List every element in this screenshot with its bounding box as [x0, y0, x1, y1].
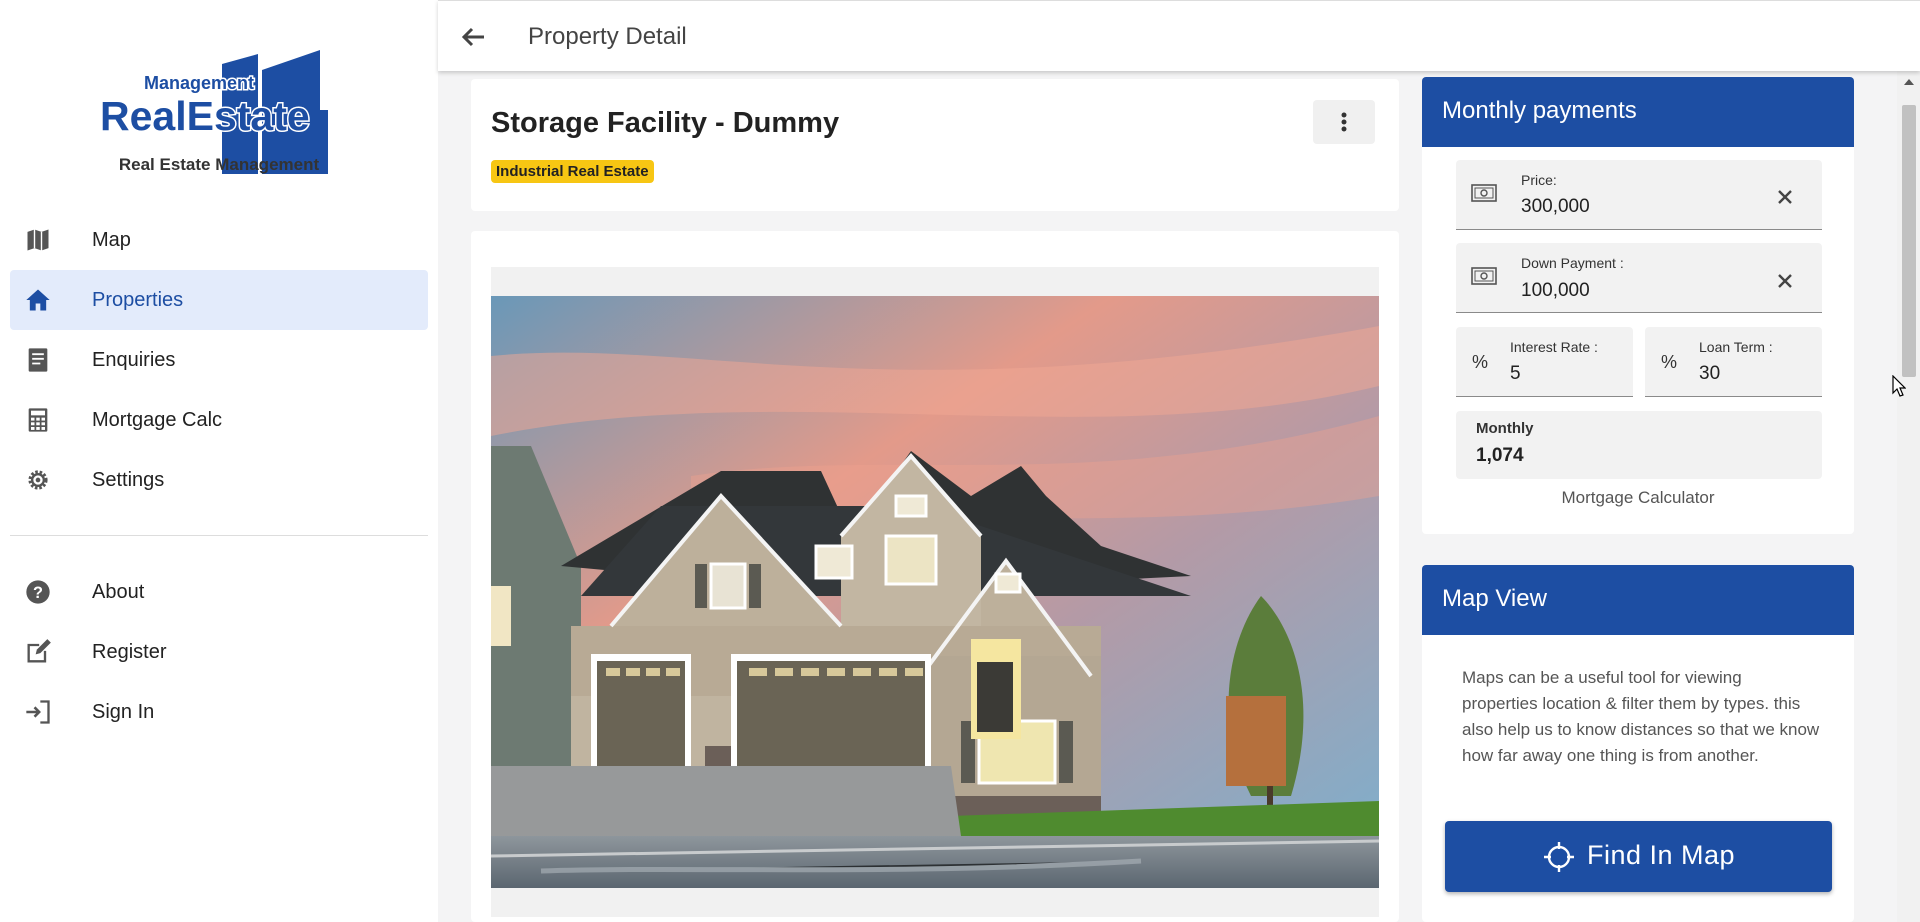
- down-payment-value[interactable]: 100,000: [1521, 280, 1590, 302]
- sidebar-item-about[interactable]: ? About: [10, 562, 428, 622]
- calculator-icon: [28, 408, 48, 432]
- down-payment-field[interactable]: Down Payment : 100,000: [1456, 243, 1822, 313]
- mouse-cursor-icon: [1892, 375, 1906, 397]
- interest-rate-field[interactable]: % Interest Rate : 5: [1456, 327, 1633, 397]
- monthly-result: Monthly 1,074: [1456, 411, 1822, 479]
- edit-icon: [27, 639, 51, 663]
- sidebar-item-label: Settings: [92, 468, 165, 491]
- arrow-left-icon[interactable]: [456, 19, 492, 55]
- property-photo[interactable]: [491, 296, 1379, 888]
- clear-price-icon[interactable]: [1774, 186, 1796, 208]
- interest-rate-label: Interest Rate :: [1510, 339, 1598, 355]
- percent-icon: %: [1472, 352, 1489, 372]
- svg-text:Management: Management: [144, 73, 254, 93]
- loan-term-value[interactable]: 30: [1699, 363, 1720, 385]
- scroll-up-arrow-icon[interactable]: [1904, 79, 1914, 85]
- scroll-thumb[interactable]: [1902, 105, 1916, 377]
- sidebar-item-sign-in[interactable]: Sign In: [10, 682, 428, 742]
- property-gallery-card: [471, 231, 1399, 922]
- interest-rate-value[interactable]: 5: [1510, 363, 1521, 385]
- sidebar: Management RealEstate Real Estate Manage…: [0, 0, 438, 922]
- price-value[interactable]: 300,000: [1521, 196, 1590, 218]
- more-options-button[interactable]: [1313, 100, 1375, 144]
- sidebar-item-properties[interactable]: Properties: [10, 270, 428, 330]
- sidebar-item-map[interactable]: Map: [10, 210, 428, 270]
- percent-icon: %: [1661, 352, 1678, 372]
- map-view-card: Map View Maps can be a useful tool for v…: [1422, 565, 1854, 922]
- page-title: Property Detail: [528, 23, 687, 50]
- loan-term-field[interactable]: % Loan Term : 30: [1645, 327, 1822, 397]
- monthly-payments-header: Monthly payments: [1422, 77, 1854, 147]
- mortgage-calculator-caption: Mortgage Calculator: [1561, 488, 1715, 507]
- sign-in-icon: [26, 700, 50, 724]
- find-in-map-label: Find In Map: [1587, 840, 1736, 870]
- property-type-badge: Industrial Real Estate: [491, 160, 654, 183]
- sidebar-item-enquiries[interactable]: Enquiries: [10, 330, 428, 390]
- monthly-payments-title: Monthly payments: [1442, 97, 1637, 124]
- money-icon: [1471, 184, 1497, 202]
- map-view-header: Map View: [1422, 565, 1854, 635]
- sidebar-item-label: Properties: [92, 288, 184, 311]
- money-icon: [1471, 267, 1497, 285]
- down-payment-label: Down Payment :: [1521, 255, 1624, 271]
- page-scrollbar[interactable]: [1897, 71, 1920, 922]
- more-vertical-icon: [1341, 112, 1347, 132]
- document-icon: [28, 348, 48, 372]
- monthly-label: Monthly: [1476, 420, 1534, 437]
- loan-term-label: Loan Term :: [1699, 339, 1773, 355]
- svg-text:?: ?: [33, 584, 43, 602]
- sidebar-item-label: Register: [92, 640, 167, 663]
- monthly-value: 1,074: [1476, 445, 1524, 466]
- price-field[interactable]: Price: 300,000: [1456, 160, 1822, 230]
- sidebar-item-mortgage-calc[interactable]: Mortgage Calc: [10, 390, 428, 450]
- logo-caption: Real Estate Management: [118, 155, 320, 174]
- sidebar-item-label: Map: [92, 228, 131, 251]
- monthly-payments-card: Monthly payments Price: 300,000 Down Pay…: [1422, 77, 1854, 534]
- sidebar-item-label: Enquiries: [92, 348, 176, 371]
- sidebar-item-settings[interactable]: Settings: [10, 450, 428, 510]
- sidebar-item-register[interactable]: Register: [10, 622, 428, 682]
- home-icon: [26, 289, 50, 311]
- map-view-description: Maps can be a useful tool for viewing pr…: [1462, 668, 1820, 765]
- help-icon: ?: [26, 580, 50, 604]
- sidebar-item-label: Sign In: [92, 700, 155, 723]
- sidebar-divider: [10, 535, 428, 536]
- sidebar-item-label: Mortgage Calc: [92, 408, 223, 431]
- map-icon: [27, 229, 49, 251]
- price-label: Price:: [1521, 172, 1557, 188]
- svg-text:RealEstate: RealEstate: [100, 93, 310, 139]
- top-bar: Property Detail: [438, 0, 1920, 71]
- gear-icon: [28, 470, 48, 490]
- property-title-card: Storage Facility - Dummy Industrial Real…: [471, 79, 1399, 211]
- find-in-map-button[interactable]: Find In Map: [1445, 821, 1832, 892]
- map-view-title: Map View: [1442, 585, 1547, 612]
- sidebar-item-label: About: [92, 580, 145, 603]
- property-title: Storage Facility - Dummy: [491, 107, 840, 139]
- crosshair-icon: [1544, 842, 1574, 872]
- clear-down-payment-icon[interactable]: [1774, 270, 1796, 292]
